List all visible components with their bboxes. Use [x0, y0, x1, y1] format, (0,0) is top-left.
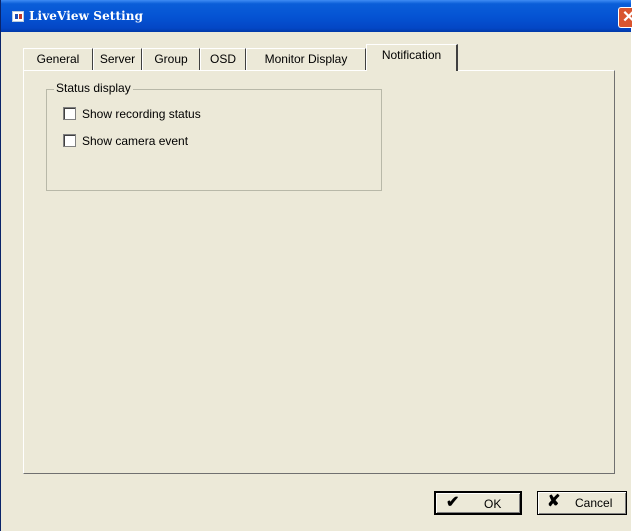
close-icon: ✕: [622, 9, 632, 26]
show-camera-event-label[interactable]: Show camera event: [82, 133, 188, 149]
close-button[interactable]: ✕: [618, 7, 632, 28]
ok-button[interactable]: ✔ OK: [434, 491, 522, 515]
tab-osd[interactable]: OSD: [200, 48, 246, 70]
tab-group[interactable]: Group: [142, 48, 200, 70]
tab-monitor-display[interactable]: Monitor Display: [246, 48, 366, 70]
cancel-label: Cancel: [575, 496, 613, 510]
tab-notification[interactable]: Notification: [366, 44, 458, 71]
show-recording-status-label[interactable]: Show recording status: [82, 106, 201, 122]
title-bar[interactable]: LiveView Setting ✕: [1, 0, 632, 32]
status-display-label: Status display: [54, 81, 133, 95]
status-display-group: Status display Show recording status Sho…: [46, 81, 382, 191]
notification-panel: Status display Show recording status Sho…: [23, 70, 615, 474]
cancel-button[interactable]: ✘ Cancel: [537, 491, 627, 515]
app-icon: [12, 11, 24, 22]
checkmark-icon: ✔: [446, 494, 460, 511]
show-camera-event-checkbox[interactable]: [63, 134, 76, 147]
tab-strip: General Server Group OSD Monitor Display…: [23, 44, 615, 71]
cross-icon: ✘: [547, 493, 561, 510]
ok-label: OK: [484, 497, 502, 511]
tab-server[interactable]: Server: [93, 48, 142, 70]
tab-general[interactable]: General: [23, 48, 93, 70]
window-title: LiveView Setting: [29, 9, 144, 23]
liveview-setting-dialog: LiveView Setting ✕ General Server Group …: [0, 0, 632, 531]
show-recording-status-checkbox[interactable]: [63, 107, 76, 120]
